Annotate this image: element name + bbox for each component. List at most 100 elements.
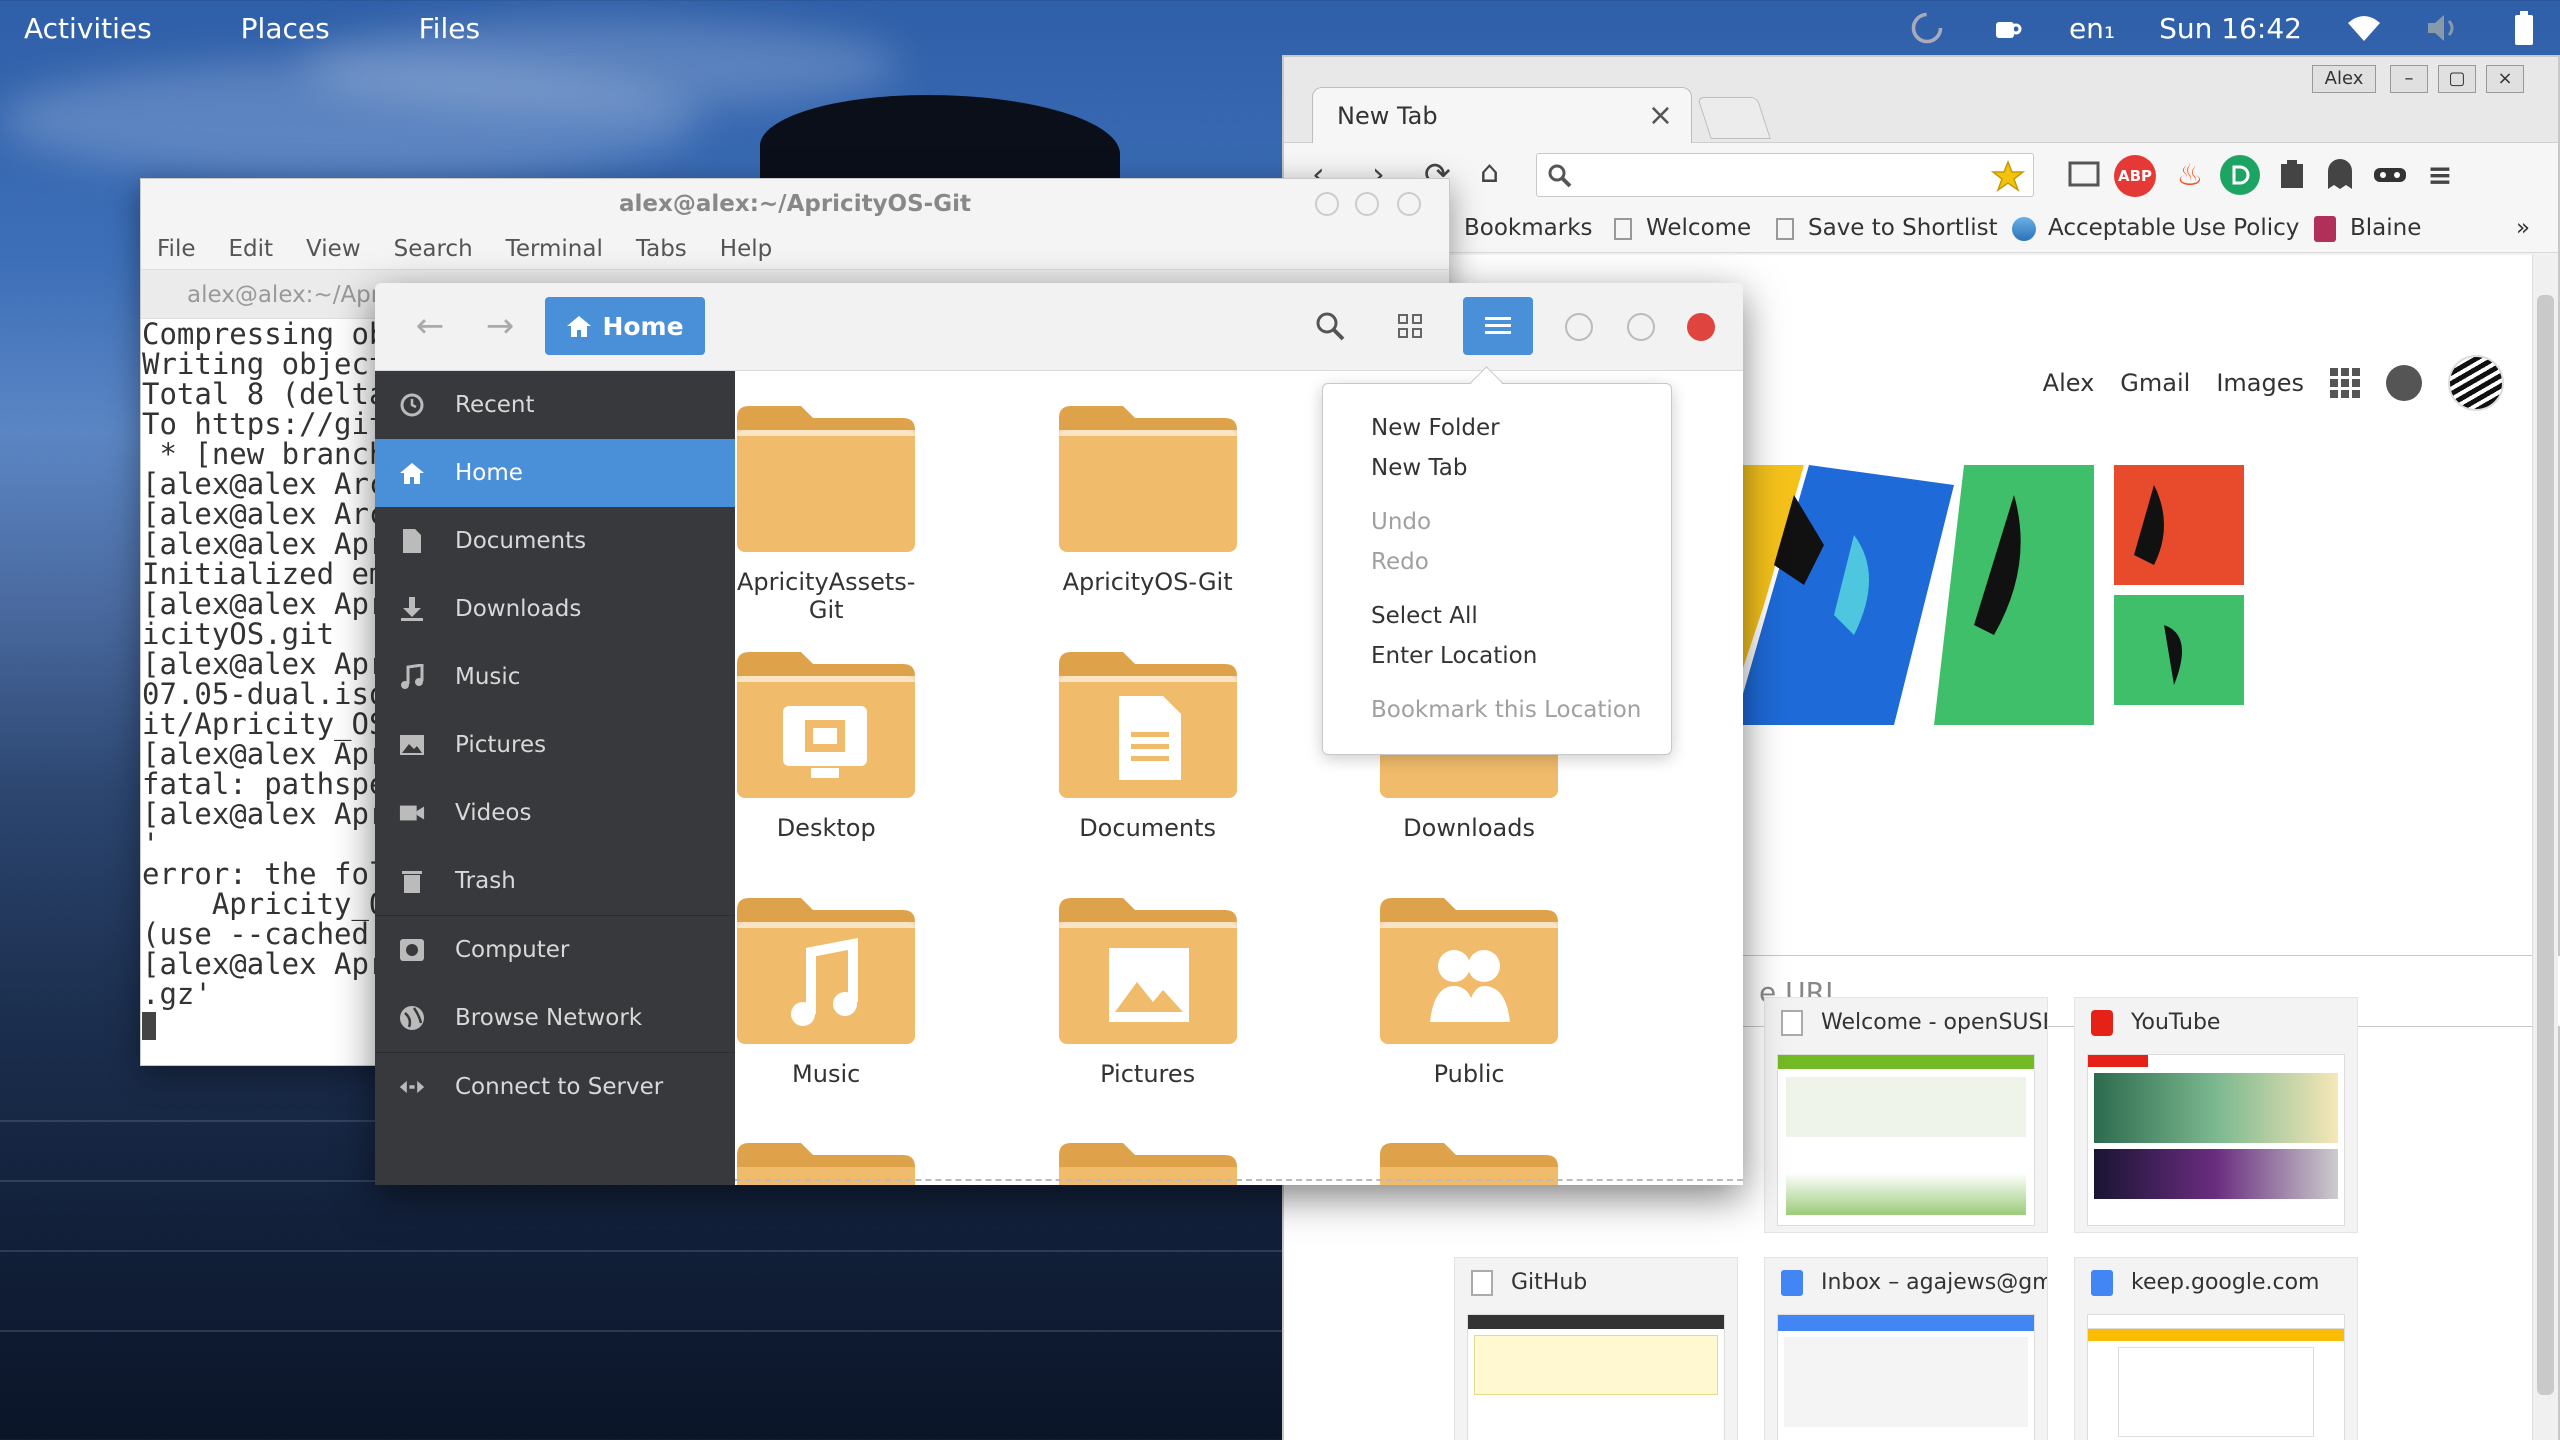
path-bar-home-button[interactable]: Home xyxy=(545,297,705,355)
menu-item-new-tab[interactable]: New Tab xyxy=(1371,448,1671,488)
most-visited-tile[interactable]: Welcome - openSUSE xyxy=(1764,997,2048,1233)
bookmarks-overflow-chevron-icon[interactable]: » xyxy=(2516,215,2530,241)
images-link[interactable]: Images xyxy=(2216,369,2304,397)
folder-item[interactable]: ApricityOS-Git xyxy=(1048,394,1248,596)
sidebar-item-pictures[interactable]: Pictures xyxy=(375,711,735,779)
menu-item-enter-location[interactable]: Enter Location xyxy=(1371,636,1671,676)
keyboard-layout-indicator[interactable]: en₁ xyxy=(2069,12,2115,45)
coffee-cup-icon[interactable] xyxy=(1989,10,2025,46)
most-visited-tile[interactable]: Inbox – agajews@gm xyxy=(1764,1257,2048,1440)
new-tab-button[interactable] xyxy=(1697,97,1771,139)
extension-box-icon[interactable] xyxy=(2272,155,2312,195)
folder-item[interactable]: ApricityAssets-Git xyxy=(735,394,926,624)
back-arrow-icon[interactable]: ← xyxy=(405,297,455,355)
menu-item-select-all[interactable]: Select All xyxy=(1371,596,1671,636)
wifi-icon[interactable] xyxy=(2346,10,2382,46)
minimize-icon[interactable] xyxy=(1315,192,1339,216)
folder-item[interactable]: Desktop xyxy=(735,640,926,842)
sync-icon[interactable] xyxy=(1909,10,1945,46)
sidebar-item-connect-to-server[interactable]: Connect to Server xyxy=(375,1053,735,1121)
avatar[interactable] xyxy=(2448,355,2504,411)
terminal-titlebar[interactable]: alex@alex:~/ApricityOS-Git xyxy=(141,179,1449,229)
folder-item[interactable]: Documents xyxy=(1048,640,1248,842)
apps-grid-icon[interactable] xyxy=(2330,368,2360,398)
tile-title: Welcome - openSUSE xyxy=(1821,1010,2047,1035)
forward-arrow-icon[interactable]: → xyxy=(475,297,525,355)
bookmark-blaine[interactable]: Blaine xyxy=(2314,215,2421,242)
gmail-link[interactable]: Gmail xyxy=(2120,369,2190,397)
menu-item-new-folder[interactable]: New Folder xyxy=(1371,408,1671,448)
sidebar-item-music[interactable]: Music xyxy=(375,643,735,711)
maximize-icon[interactable] xyxy=(1627,313,1655,341)
folder-item[interactable]: Public xyxy=(1369,886,1569,1088)
maximize-icon[interactable] xyxy=(1355,192,1379,216)
grid-view-icon[interactable] xyxy=(1385,297,1435,355)
sidebar-item-browse-network[interactable]: Browse Network xyxy=(375,984,735,1052)
profile-button[interactable]: Alex xyxy=(2312,65,2376,93)
close-icon[interactable] xyxy=(1687,313,1715,341)
google-user-link[interactable]: Alex xyxy=(2043,369,2095,397)
tile-title: YouTube xyxy=(2131,1010,2221,1035)
sidebar-item-computer[interactable]: Computer xyxy=(375,916,735,984)
menu-help[interactable]: Help xyxy=(720,236,772,262)
sidebar-item-downloads[interactable]: Downloads xyxy=(375,575,735,643)
folder-item-partial[interactable] xyxy=(1374,1131,1564,1185)
minimize-icon[interactable] xyxy=(1565,313,1593,341)
terminal-tab[interactable]: alex@alex:~/Apric xyxy=(187,282,399,308)
page-icon xyxy=(1776,217,1794,240)
folder-item-partial[interactable] xyxy=(1053,1131,1243,1185)
folder-item[interactable]: Music xyxy=(735,886,926,1088)
battery-icon[interactable] xyxy=(2506,10,2542,46)
bookmarks-folder[interactable]: Bookmarks xyxy=(1464,215,1593,241)
notifications-bell-icon[interactable] xyxy=(2386,365,2422,401)
close-tab-icon[interactable]: × xyxy=(1648,98,1673,133)
menu-hamburger-icon[interactable]: ≡ xyxy=(2420,155,2460,195)
bookmark-star-icon[interactable] xyxy=(1991,160,2025,192)
close-window-icon[interactable]: × xyxy=(2486,65,2524,93)
sidebar-item-videos[interactable]: Videos xyxy=(375,779,735,847)
sidebar-item-recent[interactable]: Recent xyxy=(375,371,735,439)
maximize-icon[interactable]: ▢ xyxy=(2438,65,2476,93)
network-icon xyxy=(399,1005,425,1031)
clock[interactable]: Sun 16:42 xyxy=(2159,12,2302,45)
omnibox[interactable] xyxy=(1536,153,2034,197)
close-icon[interactable] xyxy=(1397,192,1421,216)
most-visited-tile[interactable]: YouTube xyxy=(2074,997,2358,1233)
search-icon[interactable] xyxy=(1305,297,1355,355)
folder-label: Downloads xyxy=(1403,813,1535,842)
activities-button[interactable]: Activities xyxy=(24,12,152,45)
places-menu[interactable]: Places xyxy=(241,12,330,45)
most-visited-tile[interactable]: GitHub xyxy=(1454,1257,1738,1440)
menu-terminal[interactable]: Terminal xyxy=(506,236,603,262)
folder-label: ApricityOS-Git xyxy=(1062,567,1233,596)
volume-icon[interactable] xyxy=(2426,10,2462,46)
sidebar-item-trash[interactable]: Trash xyxy=(375,847,735,915)
cast-icon[interactable] xyxy=(2064,155,2104,195)
page-scrollbar[interactable] xyxy=(2532,255,2558,1440)
most-visited-tile[interactable]: keep.google.com xyxy=(2074,1257,2358,1440)
ghostery-icon[interactable] xyxy=(2320,155,2360,195)
view-menu-button[interactable] xyxy=(1463,297,1533,355)
folder-icon xyxy=(737,651,916,798)
menu-tabs[interactable]: Tabs xyxy=(636,236,687,262)
bookmark-acceptable-use[interactable]: Acceptable Use Policy xyxy=(2012,215,2299,241)
flame-icon[interactable]: ♨ xyxy=(2170,155,2210,195)
files-app-menu[interactable]: Files xyxy=(419,12,480,45)
menu-file[interactable]: File xyxy=(157,236,196,262)
minimize-icon[interactable]: – xyxy=(2390,65,2428,93)
sidebar-item-home[interactable]: Home xyxy=(375,439,735,507)
folder-item[interactable]: Pictures xyxy=(1048,886,1248,1088)
menu-search[interactable]: Search xyxy=(394,236,473,262)
bookmark-save-to-shortlist[interactable]: Save to Shortlist xyxy=(1776,215,1998,241)
terminal-menubar: File Edit View Search Terminal Tabs Help xyxy=(141,229,1449,269)
sidebar-item-documents[interactable]: Documents xyxy=(375,507,735,575)
menu-view[interactable]: View xyxy=(306,236,361,262)
menu-edit[interactable]: Edit xyxy=(229,236,274,262)
incognito-mask-icon[interactable] xyxy=(2370,155,2410,195)
home-icon[interactable]: ⌂ xyxy=(1480,155,1499,190)
folder-item-partial[interactable] xyxy=(735,1131,921,1185)
adblock-icon[interactable]: ABP xyxy=(2114,155,2156,197)
bookmark-welcome[interactable]: Welcome xyxy=(1614,215,1751,241)
browser-tab[interactable]: New Tab × xyxy=(1312,87,1692,143)
extension-d-icon[interactable] xyxy=(2220,155,2260,195)
